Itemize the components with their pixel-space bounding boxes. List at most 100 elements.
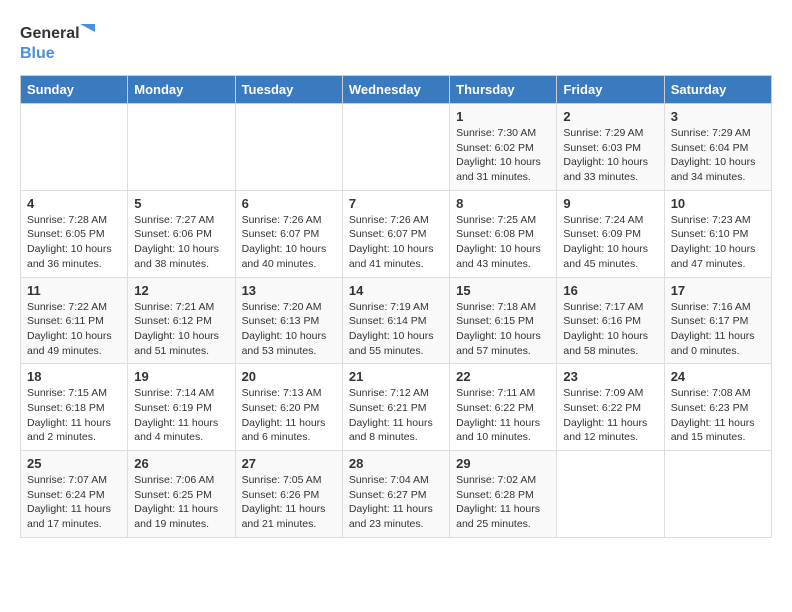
day-number: 1 (456, 109, 550, 124)
day-header-sunday: Sunday (21, 76, 128, 104)
svg-text:General: General (20, 25, 80, 42)
day-info: Sunrise: 7:11 AM Sunset: 6:22 PM Dayligh… (456, 386, 550, 445)
calendar-cell: 11 Sunrise: 7:22 AM Sunset: 6:11 PM Dayli… (21, 277, 128, 364)
calendar-cell: 15 Sunrise: 7:18 AM Sunset: 6:15 PM Dayli… (450, 277, 557, 364)
day-header-wednesday: Wednesday (342, 76, 449, 104)
day-number: 8 (456, 196, 550, 211)
calendar-cell: 10 Sunrise: 7:23 AM Sunset: 6:10 PM Dayli… (664, 190, 771, 277)
calendar-cell: 13 Sunrise: 7:20 AM Sunset: 6:13 PM Dayli… (235, 277, 342, 364)
calendar-week-3: 11 Sunrise: 7:22 AM Sunset: 6:11 PM Dayli… (21, 277, 772, 364)
day-info: Sunrise: 7:04 AM Sunset: 6:27 PM Dayligh… (349, 473, 443, 532)
svg-text:Blue: Blue (20, 45, 55, 62)
calendar-cell: 7 Sunrise: 7:26 AM Sunset: 6:07 PM Daylig… (342, 190, 449, 277)
calendar-week-4: 18 Sunrise: 7:15 AM Sunset: 6:18 PM Dayli… (21, 364, 772, 451)
day-info: Sunrise: 7:20 AM Sunset: 6:13 PM Dayligh… (242, 300, 336, 359)
day-number: 23 (563, 369, 657, 384)
day-info: Sunrise: 7:05 AM Sunset: 6:26 PM Dayligh… (242, 473, 336, 532)
day-info: Sunrise: 7:17 AM Sunset: 6:16 PM Dayligh… (563, 300, 657, 359)
day-number: 6 (242, 196, 336, 211)
calendar-cell: 16 Sunrise: 7:17 AM Sunset: 6:16 PM Dayli… (557, 277, 664, 364)
day-header-friday: Friday (557, 76, 664, 104)
day-number: 5 (134, 196, 228, 211)
day-info: Sunrise: 7:08 AM Sunset: 6:23 PM Dayligh… (671, 386, 765, 445)
day-info: Sunrise: 7:18 AM Sunset: 6:15 PM Dayligh… (456, 300, 550, 359)
calendar-cell: 24 Sunrise: 7:08 AM Sunset: 6:23 PM Dayli… (664, 364, 771, 451)
logo: General Blue (20, 20, 100, 65)
day-info: Sunrise: 7:30 AM Sunset: 6:02 PM Dayligh… (456, 126, 550, 185)
calendar-cell: 1 Sunrise: 7:30 AM Sunset: 6:02 PM Daylig… (450, 104, 557, 191)
day-info: Sunrise: 7:27 AM Sunset: 6:06 PM Dayligh… (134, 213, 228, 272)
calendar-week-5: 25 Sunrise: 7:07 AM Sunset: 6:24 PM Dayli… (21, 451, 772, 538)
day-info: Sunrise: 7:25 AM Sunset: 6:08 PM Dayligh… (456, 213, 550, 272)
day-info: Sunrise: 7:24 AM Sunset: 6:09 PM Dayligh… (563, 213, 657, 272)
calendar-cell (557, 451, 664, 538)
day-info: Sunrise: 7:26 AM Sunset: 6:07 PM Dayligh… (349, 213, 443, 272)
calendar-cell: 26Sunrise: 7:06 AM Sunset: 6:25 PM Dayli… (128, 451, 235, 538)
day-number: 10 (671, 196, 765, 211)
day-header-monday: Monday (128, 76, 235, 104)
calendar-cell: 5 Sunrise: 7:27 AM Sunset: 6:06 PM Daylig… (128, 190, 235, 277)
day-number: 7 (349, 196, 443, 211)
day-number: 4 (27, 196, 121, 211)
calendar-cell: 17 Sunrise: 7:16 AM Sunset: 6:17 PM Dayli… (664, 277, 771, 364)
day-number: 20 (242, 369, 336, 384)
day-info: Sunrise: 7:21 AM Sunset: 6:12 PM Dayligh… (134, 300, 228, 359)
day-header-tuesday: Tuesday (235, 76, 342, 104)
header-row: SundayMondayTuesdayWednesdayThursdayFrid… (21, 76, 772, 104)
day-info: Sunrise: 7:07 AM Sunset: 6:24 PM Dayligh… (27, 473, 121, 532)
day-info: Sunrise: 7:19 AM Sunset: 6:14 PM Dayligh… (349, 300, 443, 359)
calendar-table: SundayMondayTuesdayWednesdayThursdayFrid… (20, 75, 772, 538)
calendar-week-1: 1 Sunrise: 7:30 AM Sunset: 6:02 PM Daylig… (21, 104, 772, 191)
day-info: Sunrise: 7:06 AM Sunset: 6:25 PM Dayligh… (134, 473, 228, 532)
day-info: Sunrise: 7:29 AM Sunset: 6:03 PM Dayligh… (563, 126, 657, 185)
calendar-cell: 29Sunrise: 7:02 AM Sunset: 6:28 PM Dayli… (450, 451, 557, 538)
calendar-cell: 25 Sunrise: 7:07 AM Sunset: 6:24 PM Dayli… (21, 451, 128, 538)
calendar-cell: 20 Sunrise: 7:13 AM Sunset: 6:20 PM Dayli… (235, 364, 342, 451)
day-number: 11 (27, 283, 121, 298)
day-info: Sunrise: 7:12 AM Sunset: 6:21 PM Dayligh… (349, 386, 443, 445)
logo-svg: General Blue (20, 20, 100, 65)
calendar-cell: 18 Sunrise: 7:15 AM Sunset: 6:18 PM Dayli… (21, 364, 128, 451)
day-info: Sunrise: 7:29 AM Sunset: 6:04 PM Dayligh… (671, 126, 765, 185)
calendar-cell: 9 Sunrise: 7:24 AM Sunset: 6:09 PM Daylig… (557, 190, 664, 277)
day-number: 19 (134, 369, 228, 384)
day-info: Sunrise: 7:02 AM Sunset: 6:28 PM Dayligh… (456, 473, 550, 532)
calendar-cell (128, 104, 235, 191)
day-number: 25 (27, 456, 121, 471)
day-number: 12 (134, 283, 228, 298)
day-number: 13 (242, 283, 336, 298)
calendar-cell: 19Sunrise: 7:14 AM Sunset: 6:19 PM Dayli… (128, 364, 235, 451)
day-number: 14 (349, 283, 443, 298)
day-number: 15 (456, 283, 550, 298)
day-number: 22 (456, 369, 550, 384)
day-number: 28 (349, 456, 443, 471)
day-info: Sunrise: 7:26 AM Sunset: 6:07 PM Dayligh… (242, 213, 336, 272)
calendar-cell: 2 Sunrise: 7:29 AM Sunset: 6:03 PM Daylig… (557, 104, 664, 191)
day-info: Sunrise: 7:28 AM Sunset: 6:05 PM Dayligh… (27, 213, 121, 272)
day-header-saturday: Saturday (664, 76, 771, 104)
calendar-cell: 21 Sunrise: 7:12 AM Sunset: 6:21 PM Dayli… (342, 364, 449, 451)
day-number: 2 (563, 109, 657, 124)
calendar-cell (235, 104, 342, 191)
day-info: Sunrise: 7:23 AM Sunset: 6:10 PM Dayligh… (671, 213, 765, 272)
calendar-cell: 4 Sunrise: 7:28 AM Sunset: 6:05 PM Daylig… (21, 190, 128, 277)
calendar-cell: 14 Sunrise: 7:19 AM Sunset: 6:14 PM Dayli… (342, 277, 449, 364)
page-header: General Blue (20, 20, 772, 65)
day-info: Sunrise: 7:22 AM Sunset: 6:11 PM Dayligh… (27, 300, 121, 359)
day-number: 17 (671, 283, 765, 298)
day-number: 24 (671, 369, 765, 384)
day-header-thursday: Thursday (450, 76, 557, 104)
day-info: Sunrise: 7:16 AM Sunset: 6:17 PM Dayligh… (671, 300, 765, 359)
day-number: 21 (349, 369, 443, 384)
day-number: 18 (27, 369, 121, 384)
day-info: Sunrise: 7:09 AM Sunset: 6:22 PM Dayligh… (563, 386, 657, 445)
calendar-cell: 6 Sunrise: 7:26 AM Sunset: 6:07 PM Daylig… (235, 190, 342, 277)
day-info: Sunrise: 7:15 AM Sunset: 6:18 PM Dayligh… (27, 386, 121, 445)
day-number: 9 (563, 196, 657, 211)
calendar-cell: 22 Sunrise: 7:11 AM Sunset: 6:22 PM Dayli… (450, 364, 557, 451)
day-number: 16 (563, 283, 657, 298)
calendar-week-2: 4 Sunrise: 7:28 AM Sunset: 6:05 PM Daylig… (21, 190, 772, 277)
day-info: Sunrise: 7:13 AM Sunset: 6:20 PM Dayligh… (242, 386, 336, 445)
calendar-cell: 23 Sunrise: 7:09 AM Sunset: 6:22 PM Dayli… (557, 364, 664, 451)
calendar-cell (342, 104, 449, 191)
